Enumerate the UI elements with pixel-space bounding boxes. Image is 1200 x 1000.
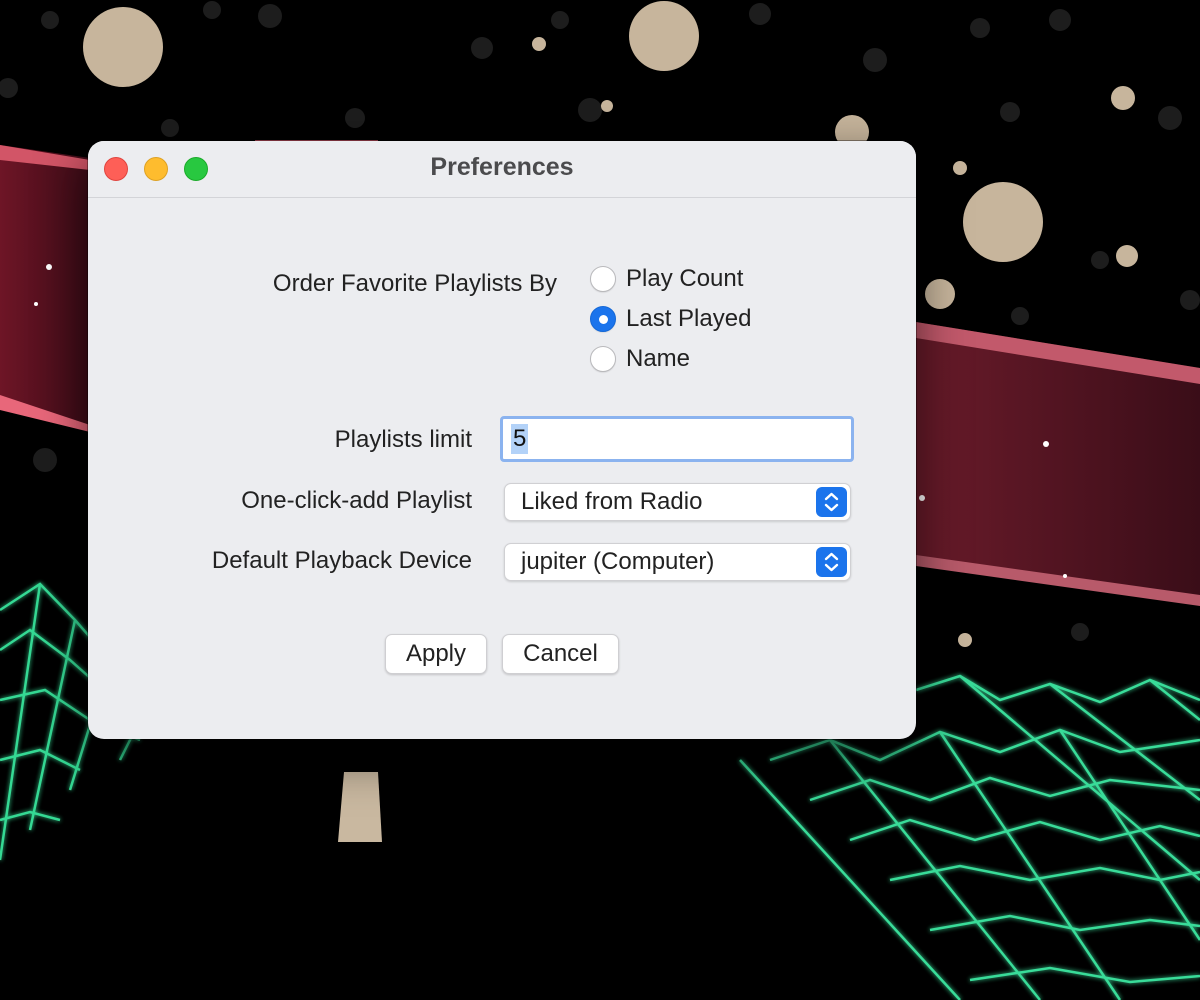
cancel-button[interactable]: Cancel: [502, 634, 619, 674]
title-bar[interactable]: Preferences: [88, 141, 916, 198]
default-device-popup[interactable]: jupiter (Computer): [504, 543, 851, 581]
radio-play-count[interactable]: Play Count: [590, 263, 743, 295]
radio-last-played[interactable]: Last Played: [590, 303, 751, 335]
radio-button[interactable]: [590, 346, 616, 372]
radio-button[interactable]: [590, 266, 616, 292]
default-device-label: Default Playback Device: [211, 547, 472, 574]
one-click-add-value: Liked from Radio: [521, 488, 703, 515]
playlists-limit-input[interactable]: 5: [500, 416, 854, 462]
playlists-limit-label: Playlists limit: [334, 426, 472, 453]
chevron-up-down-icon[interactable]: [816, 487, 847, 517]
one-click-add-popup[interactable]: Liked from Radio: [504, 483, 851, 521]
radio-label-name: Name: [626, 345, 691, 372]
radio-label-last-played: Last Played: [626, 305, 752, 332]
window-title: Preferences: [430, 153, 574, 181]
playlists-limit-value: 5: [511, 424, 529, 454]
one-click-add-label: One-click-add Playlist: [241, 487, 472, 514]
order-by-label: Order Favorite Playlists By: [272, 270, 557, 297]
radio-label-play-count: Play Count: [626, 265, 744, 292]
preferences-window: Preferences Order Favorite Playlists By …: [88, 141, 916, 739]
default-device-value: jupiter (Computer): [521, 548, 715, 575]
chevron-up-down-icon[interactable]: [816, 547, 847, 577]
radio-button-selected[interactable]: [590, 306, 616, 332]
radio-name[interactable]: Name: [590, 343, 690, 375]
apply-button[interactable]: Apply: [385, 634, 487, 674]
